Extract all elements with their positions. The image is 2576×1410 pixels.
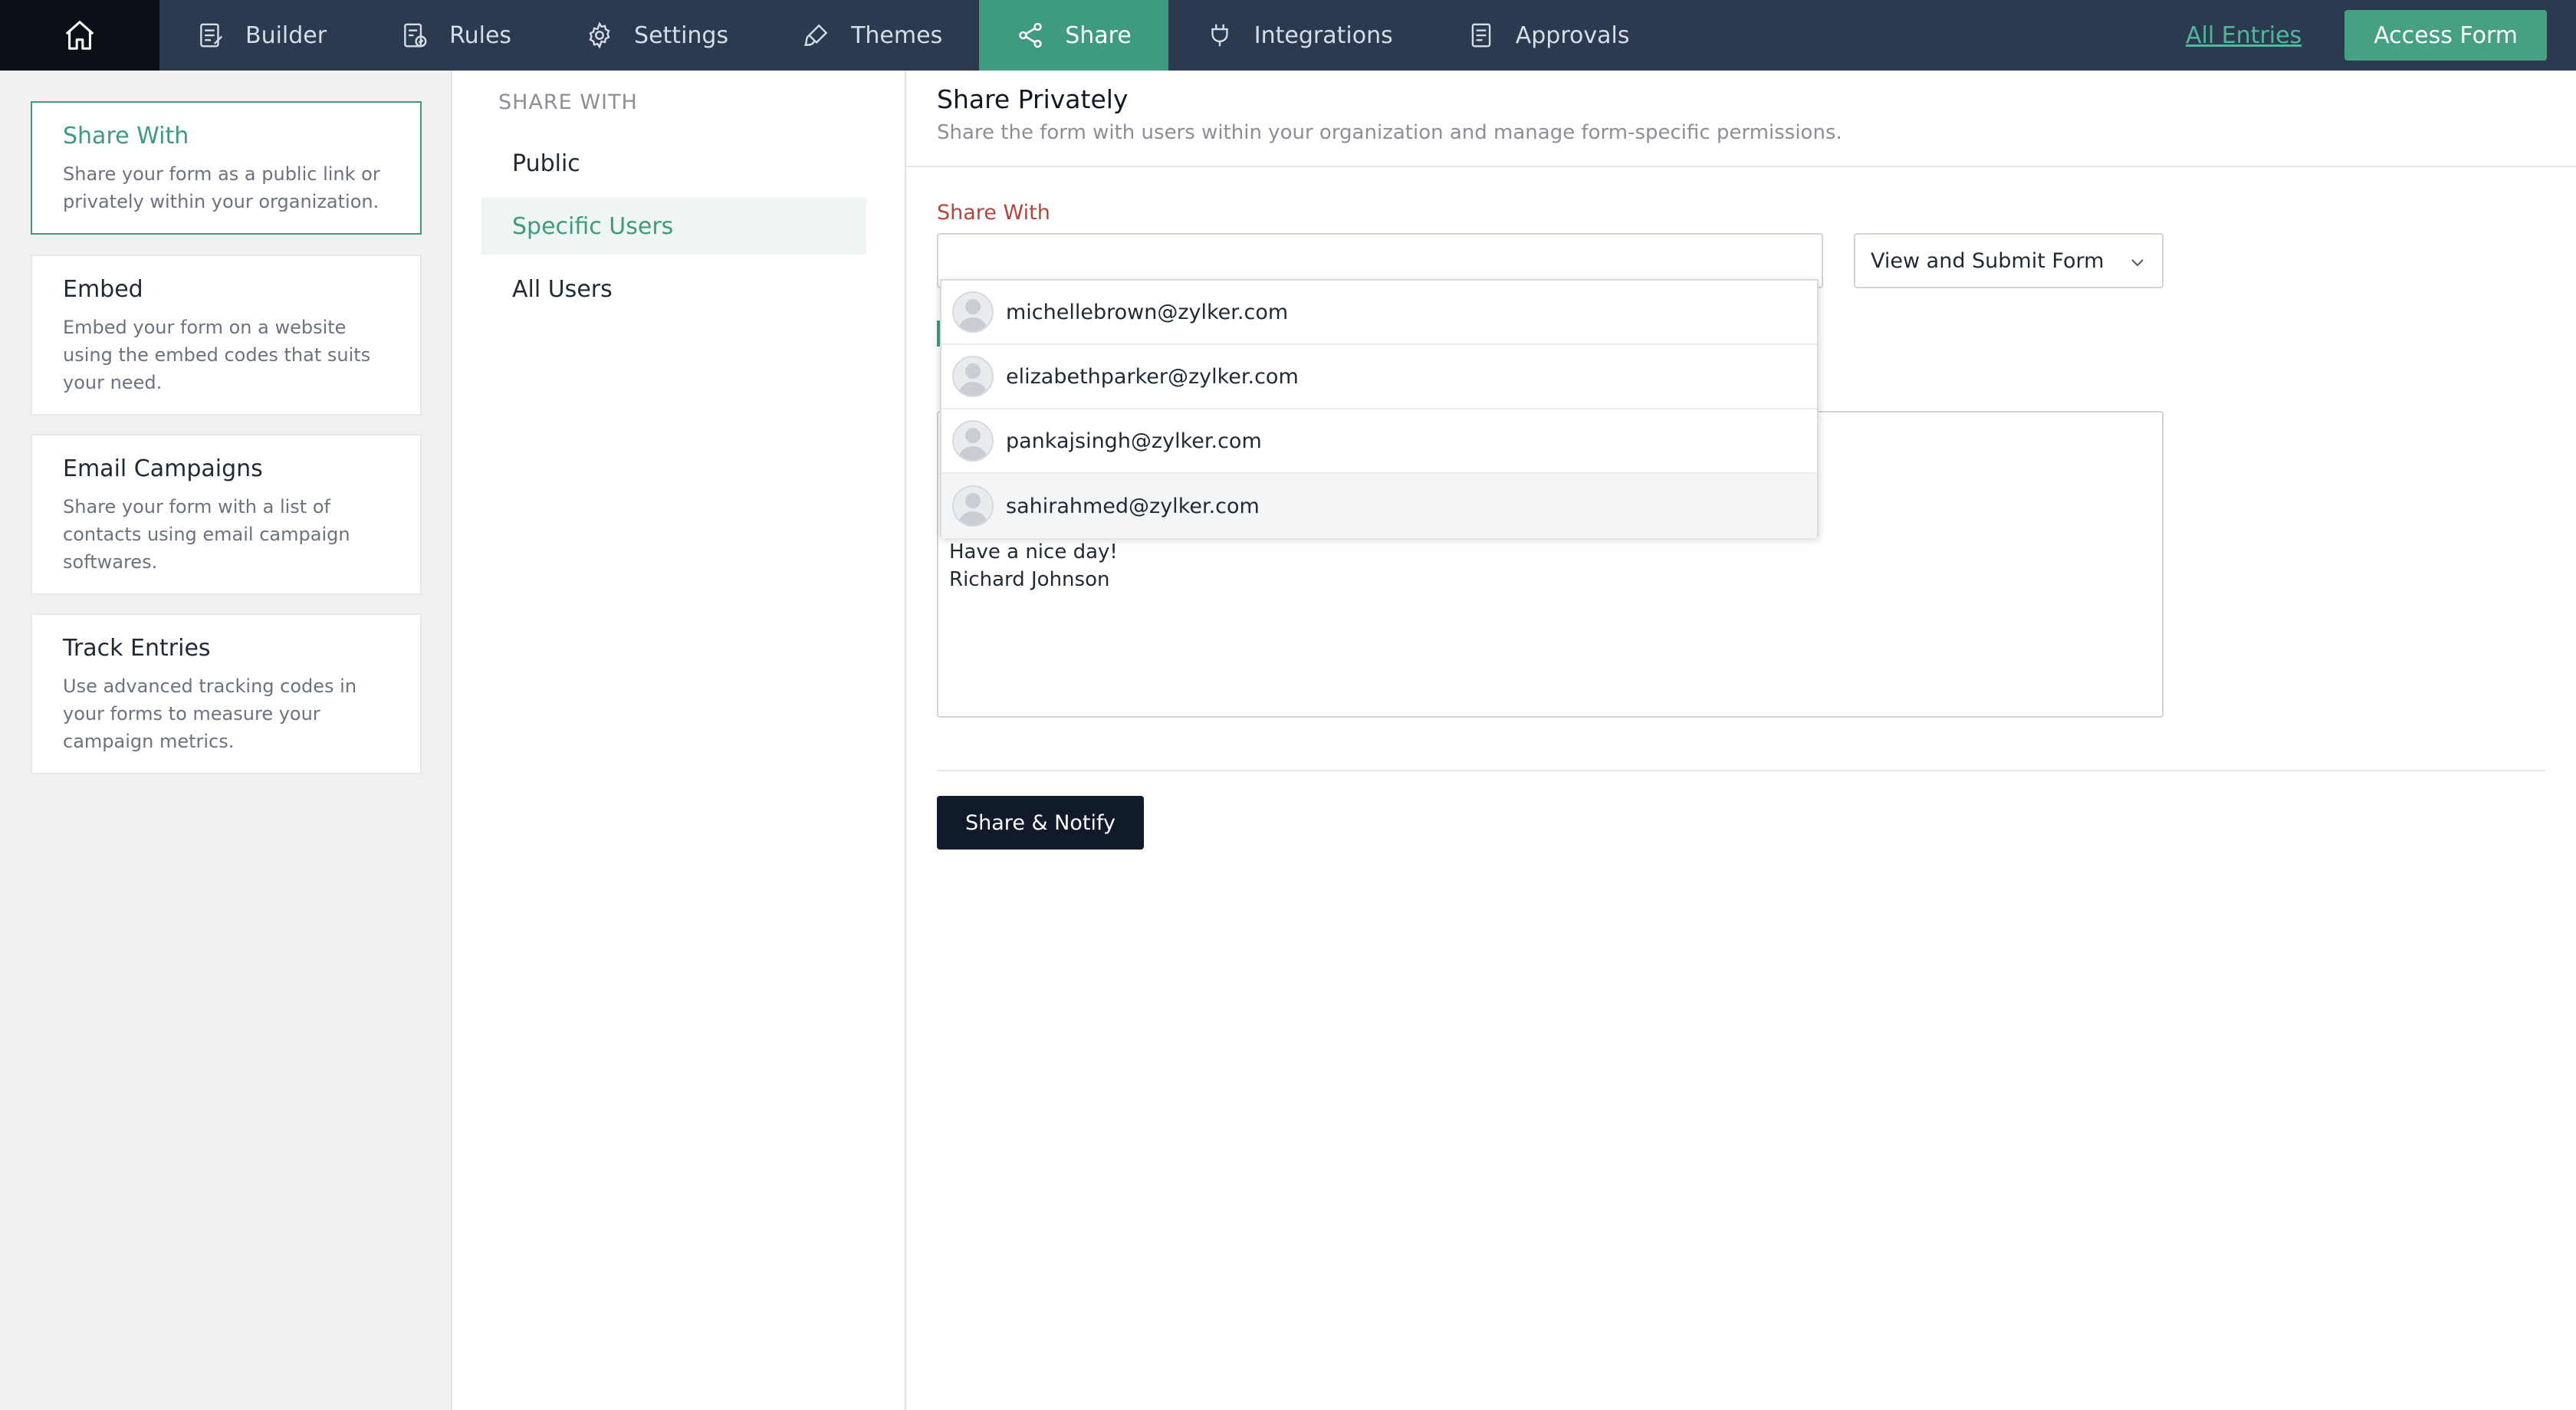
nav-rules[interactable]: Rules [363, 0, 548, 71]
nav-themes[interactable]: Themes [765, 0, 979, 71]
message-line: Have a nice day! [949, 541, 1118, 564]
permission-select[interactable]: View and Submit Form [1854, 233, 2164, 288]
divider [906, 166, 2576, 167]
divider [937, 770, 2545, 771]
nav-settings-label: Settings [634, 21, 729, 49]
chevron-down-icon [2131, 259, 2144, 267]
option-public[interactable]: Public [481, 135, 866, 192]
plug-icon [1211, 24, 1228, 47]
card-track-entries[interactable]: Track Entries Use advanced tracking code… [31, 613, 422, 774]
card-title: Email Campaigns [63, 455, 263, 482]
nav-approvals-label: Approvals [1515, 21, 1630, 49]
option-specific-users[interactable]: Specific Users [481, 198, 866, 255]
nav-right-actions: All Entries Access Form [2186, 0, 2576, 71]
share-with-heading: SHARE WITH [498, 90, 638, 114]
user-option[interactable]: pankajsingh@zylker.com [941, 409, 1817, 474]
user-email: pankajsingh@zylker.com [1006, 429, 1262, 453]
share-icon [1019, 22, 1042, 48]
approvals-icon [1471, 23, 1490, 48]
nav-builder[interactable]: Builder [159, 0, 363, 71]
share-options-panel: Share With Share your form as a public l… [0, 71, 452, 1410]
page-title: Share Privately [937, 84, 1129, 114]
nav-integrations[interactable]: Integrations [1168, 0, 1430, 71]
user-option[interactable]: elizabethparker@zylker.com [941, 345, 1817, 409]
nav-share[interactable]: Share [979, 0, 1168, 71]
brush-icon [803, 24, 828, 46]
home-button[interactable] [0, 0, 159, 71]
nav-share-label: Share [1065, 21, 1132, 49]
avatar [952, 291, 994, 333]
nav-approvals[interactable]: Approvals [1430, 0, 1667, 71]
share-with-label: Share With [937, 201, 1050, 225]
top-navigation: Builder Rules Settings Themes Share Inte… [0, 0, 2576, 71]
user-option[interactable]: michellebrown@zylker.com [941, 281, 1817, 345]
user-email: elizabethparker@zylker.com [1006, 364, 1299, 389]
option-all-users[interactable]: All Users [481, 261, 866, 317]
builder-icon [200, 23, 223, 48]
message-line: Richard Johnson [949, 568, 1110, 591]
share-with-panel: SHARE WITH Public Specific Users All Use… [452, 71, 906, 1410]
access-form-button[interactable]: Access Form [2344, 10, 2547, 61]
card-title: Track Entries [63, 635, 211, 662]
user-suggestions-dropdown: michellebrown@zylker.com elizabethparker… [940, 279, 1819, 538]
user-email: sahirahmed@zylker.com [1006, 494, 1260, 518]
all-entries-link[interactable]: All Entries [2186, 22, 2302, 49]
card-share-with[interactable]: Share With Share your form as a public l… [31, 101, 422, 235]
gear-icon [589, 21, 610, 49]
rules-icon [404, 23, 427, 48]
permission-select-value: View and Submit Form [1871, 248, 2104, 273]
user-option[interactable]: sahirahmed@zylker.com [941, 474, 1817, 538]
avatar [952, 485, 994, 527]
user-email: michellebrown@zylker.com [1006, 300, 1289, 324]
card-email-campaigns[interactable]: Email Campaigns Share your form with a l… [31, 434, 422, 595]
nav-settings[interactable]: Settings [548, 0, 765, 71]
avatar [952, 356, 994, 397]
card-description: Share your form as a public link or priv… [63, 163, 380, 212]
page-subtitle: Share the form with users within your or… [937, 121, 1842, 144]
avatar [952, 420, 994, 462]
share-privately-main: Share Privately Share the form with user… [906, 71, 2576, 1410]
nav-themes-label: Themes [851, 21, 943, 49]
card-description: Embed your form on a website using the e… [63, 317, 371, 393]
card-description: Use advanced tracking codes in your form… [63, 675, 357, 752]
card-title: Embed [63, 276, 143, 303]
card-description: Share your form with a list of contacts … [63, 496, 350, 573]
nav-rules-label: Rules [449, 21, 512, 49]
card-title: Share With [63, 123, 189, 150]
home-icon [65, 21, 94, 50]
nav-builder-label: Builder [245, 21, 327, 49]
card-embed[interactable]: Embed Embed your form on a website using… [31, 255, 422, 416]
nav-integrations-label: Integrations [1254, 21, 1393, 49]
share-and-notify-button[interactable]: Share & Notify [937, 796, 1144, 850]
